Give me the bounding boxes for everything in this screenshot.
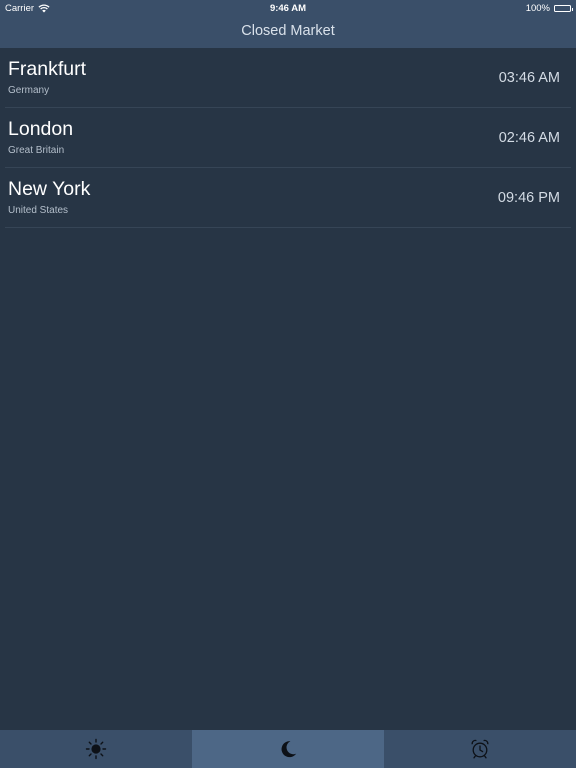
- tab-open-market[interactable]: [0, 730, 192, 768]
- page-title: Closed Market: [241, 23, 335, 39]
- market-time: 03:46 AM: [498, 70, 560, 86]
- market-time: 02:46 AM: [498, 130, 560, 146]
- market-row-new-york[interactable]: New York United States 09:46 PM: [0, 168, 576, 228]
- alarm-clock-icon: [471, 739, 489, 759]
- tab-closed-market[interactable]: [192, 730, 384, 768]
- status-time: 9:46 AM: [269, 3, 307, 14]
- city-name: New York: [8, 178, 91, 200]
- battery-percent: 100%: [525, 3, 550, 14]
- battery-icon: [554, 5, 573, 12]
- market-list: Frankfurt Germany 03:46 AM London Great …: [0, 48, 576, 228]
- tab-bar: [0, 730, 576, 768]
- moon-icon: [281, 741, 297, 758]
- city-name: London: [8, 118, 74, 140]
- top-bar: Carrier 9:46 AM 100% Closed Market: [0, 0, 576, 48]
- market-row-frankfurt[interactable]: Frankfurt Germany 03:46 AM: [0, 48, 576, 108]
- country-name: Great Britain: [8, 145, 65, 156]
- country-name: United States: [8, 205, 69, 216]
- market-row-london[interactable]: London Great Britain 02:46 AM: [0, 108, 576, 168]
- status-right: 100%: [525, 3, 573, 14]
- status-bar: Carrier 9:46 AM 100%: [0, 0, 576, 16]
- market-time: 09:46 PM: [497, 190, 560, 206]
- country-name: Germany: [8, 85, 50, 96]
- sun-icon: [85, 738, 107, 760]
- tab-alarm[interactable]: [384, 730, 576, 768]
- city-name: Frankfurt: [8, 58, 87, 80]
